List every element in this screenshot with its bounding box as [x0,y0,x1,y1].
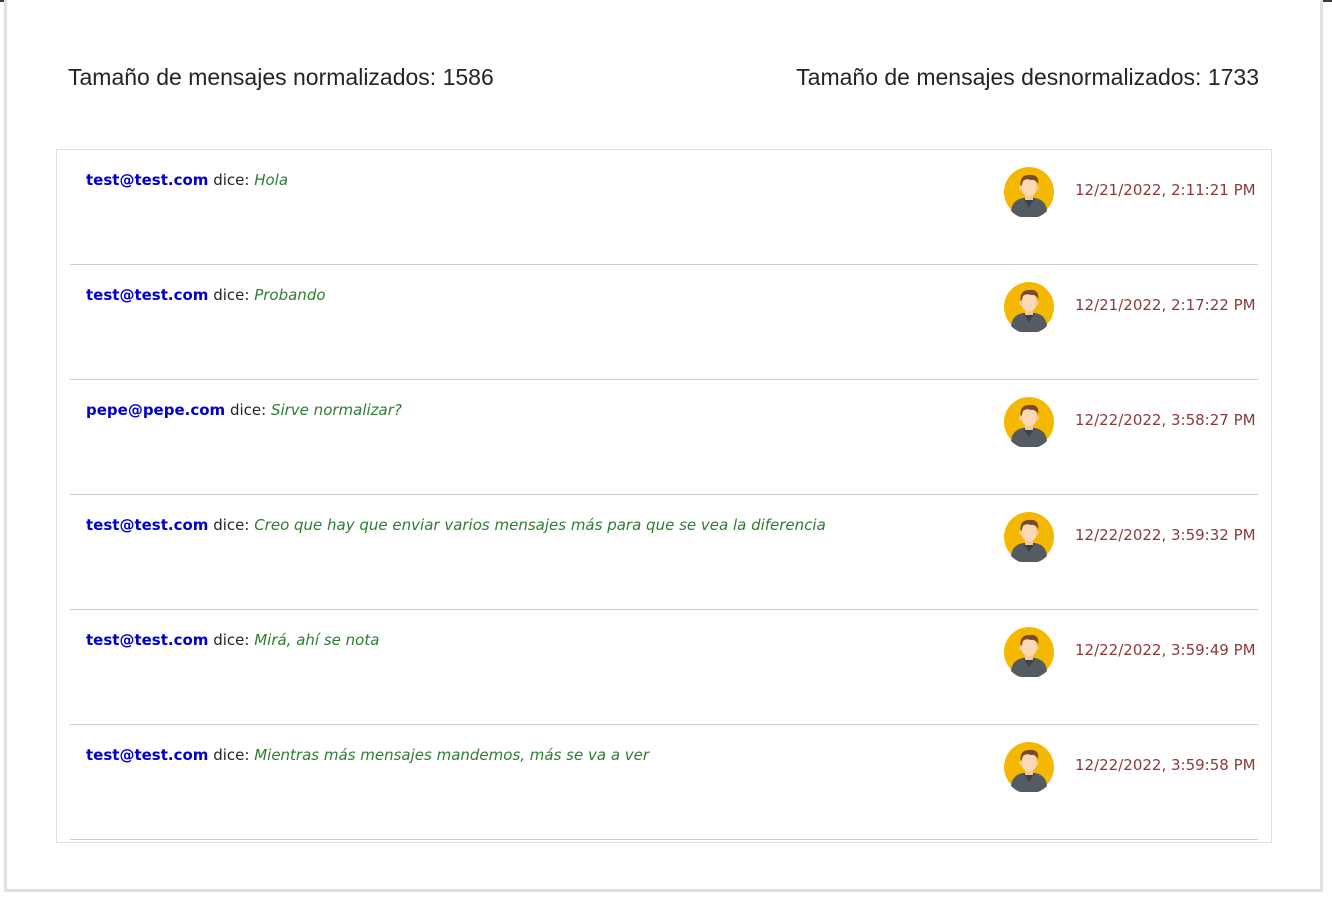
message-line: test@test.com dice: Mientras más mensaje… [86,746,649,764]
message-item: test@test.com dice: Mirá, ahí se nota 12… [70,610,1258,725]
message-text: Mientras más mensajes mandemos, más se v… [254,746,650,764]
messages-panel: test@test.com dice: Hola 12/21/2022, 2:1… [56,149,1272,843]
message-text: Hola [254,171,289,189]
message-date: 12/22/2022, 3:58:27 PM [1075,411,1256,429]
message-item: test@test.com dice: Creo que hay que env… [70,495,1258,610]
message-author: test@test.com [86,171,209,189]
message-says: dice: [213,286,250,304]
message-says: dice: [213,171,250,189]
user-avatar-icon [1004,282,1054,332]
message-says: dice: [213,631,250,649]
message-author: test@test.com [86,286,209,304]
message-says: dice: [213,746,250,764]
message-item: test@test.com dice: Hola 12/21/2022, 2:1… [70,150,1258,265]
message-line: test@test.com dice: Mirá, ahí se nota [86,631,379,649]
message-text: Mirá, ahí se nota [254,631,380,649]
message-author: pepe@pepe.com [86,401,226,419]
normalized-size-heading: Tamaño de mensajes normalizados: 1586 [68,64,494,90]
message-text: Probando [254,286,326,304]
message-date: 12/21/2022, 2:17:22 PM [1075,296,1256,314]
user-avatar-icon [1004,627,1054,677]
message-author: test@test.com [86,746,209,764]
message-line: pepe@pepe.com dice: Sirve normalizar? [86,401,402,419]
message-line: test@test.com dice: Creo que hay que env… [86,516,826,534]
message-date: 12/22/2022, 3:59:58 PM [1075,756,1256,774]
message-line: test@test.com dice: Probando [86,286,326,304]
denormalized-size-heading: Tamaño de mensajes desnormalizados: 1733 [796,64,1259,90]
message-date: 12/22/2022, 3:59:49 PM [1075,641,1256,659]
user-avatar-icon [1004,742,1054,792]
message-says: dice: [213,516,250,534]
user-avatar-icon [1004,397,1054,447]
message-item: test@test.com dice: Mientras más mensaje… [70,725,1258,840]
user-avatar-icon [1004,512,1054,562]
user-avatar-icon [1004,167,1054,217]
message-text: Sirve normalizar? [270,401,402,419]
message-item: test@test.com dice: Probando 12/21/2022,… [70,265,1258,380]
message-date: 12/22/2022, 3:59:32 PM [1075,526,1256,544]
message-text: Creo que hay que enviar varios mensajes … [254,516,826,534]
message-item: pepe@pepe.com dice: Sirve normalizar? 12… [70,380,1258,495]
message-author: test@test.com [86,516,209,534]
message-date: 12/21/2022, 2:11:21 PM [1075,181,1256,199]
message-author: test@test.com [86,631,209,649]
message-says: dice: [229,401,267,419]
message-line: test@test.com dice: Hola [86,171,288,189]
